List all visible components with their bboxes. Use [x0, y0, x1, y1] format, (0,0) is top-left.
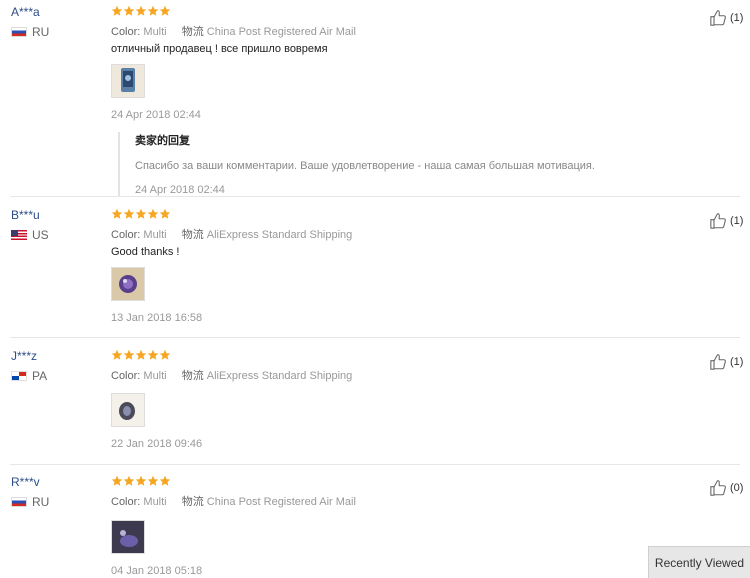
- reviewer-name[interactable]: B***u: [11, 208, 40, 222]
- country-code: RU: [32, 25, 50, 39]
- helpful-count: (1): [730, 356, 744, 368]
- color-label: Color:: [111, 370, 141, 382]
- star-icon: [147, 208, 159, 220]
- reviewer-country: US: [11, 228, 49, 242]
- order-info: Color: Multi 物流 AliExpress Standard Ship…: [111, 226, 352, 242]
- color-value: Multi: [143, 496, 167, 508]
- order-info: Color: Multi 物流 AliExpress Standard Ship…: [111, 367, 352, 383]
- reviewer-name[interactable]: A***a: [11, 5, 40, 19]
- review-item: J***z PA Color: Multi 物流 AliExpress Stan…: [0, 349, 750, 459]
- review-date: 24 Apr 2018 02:44: [111, 109, 201, 121]
- review-date: 22 Jan 2018 09:46: [111, 438, 203, 450]
- color-value: Multi: [143, 229, 167, 241]
- divider: [10, 337, 740, 338]
- star-icon: [111, 349, 123, 361]
- seller-reply-text: Спасибо за ваши комментарии. Ваше удовле…: [135, 160, 595, 172]
- star-icon: [135, 475, 147, 487]
- star-rating: [111, 208, 171, 220]
- russia-flag-icon: [11, 497, 27, 507]
- review-item: B***u US Color: Multi 物流 AliExpress Stan…: [0, 208, 750, 328]
- helpful-count: (1): [730, 12, 744, 24]
- logistics-label: 物流: [181, 370, 204, 382]
- thumbs-up-icon: [709, 212, 728, 230]
- review-photo[interactable]: [111, 64, 145, 98]
- color-label: Color:: [111, 229, 141, 241]
- helpful-count: (0): [730, 482, 744, 494]
- star-icon: [111, 475, 123, 487]
- country-code: US: [32, 228, 49, 242]
- logistics-label: 物流: [181, 26, 204, 38]
- star-icon: [147, 349, 159, 361]
- shipping-method: AliExpress Standard Shipping: [206, 229, 353, 241]
- star-icon: [159, 475, 171, 487]
- recently-viewed-button[interactable]: Recently Viewed: [648, 546, 750, 578]
- reviewer-country: PA: [11, 369, 47, 383]
- star-rating: [111, 349, 171, 361]
- review-photo[interactable]: [111, 393, 145, 427]
- star-icon: [147, 475, 159, 487]
- thumbs-up-icon: [709, 353, 728, 371]
- star-icon: [159, 5, 171, 17]
- reviewer-name[interactable]: R***v: [11, 475, 40, 489]
- logistics-label: 物流: [181, 496, 204, 508]
- star-icon: [123, 475, 135, 487]
- star-icon: [147, 5, 159, 17]
- helpful-button[interactable]: (1): [709, 353, 743, 371]
- star-rating: [111, 475, 171, 487]
- reviewer-country: RU: [11, 495, 49, 509]
- star-rating: [111, 5, 171, 17]
- helpful-count: (1): [730, 215, 744, 227]
- seller-reply: 卖家的回复 Спасибо за ваши комментарии. Ваше …: [118, 132, 695, 196]
- panama-flag-icon: [11, 371, 27, 381]
- review-date: 04 Jan 2018 05:18: [111, 565, 203, 577]
- country-code: RU: [32, 495, 50, 509]
- star-icon: [159, 208, 171, 220]
- seller-reply-date: 24 Apr 2018 02:44: [135, 184, 225, 196]
- review-photo[interactable]: [111, 267, 145, 301]
- country-code: PA: [32, 369, 48, 383]
- star-icon: [135, 5, 147, 17]
- helpful-button[interactable]: (0): [709, 479, 743, 497]
- shipping-method: AliExpress Standard Shipping: [206, 370, 353, 382]
- star-icon: [123, 349, 135, 361]
- review-item: A***a RU Color: Multi 物流 China Post Regi…: [0, 5, 750, 196]
- review-text: Good thanks !: [111, 246, 180, 258]
- thumbs-up-icon: [709, 9, 728, 27]
- color-label: Color:: [111, 26, 141, 38]
- russia-flag-icon: [11, 27, 27, 37]
- review-photo[interactable]: [111, 520, 145, 554]
- star-icon: [159, 349, 171, 361]
- order-info: Color: Multi 物流 China Post Registered Ai…: [111, 493, 356, 509]
- star-icon: [111, 5, 123, 17]
- star-icon: [135, 349, 147, 361]
- divider: [10, 196, 740, 197]
- review-date: 13 Jan 2018 16:58: [111, 312, 203, 324]
- star-icon: [135, 208, 147, 220]
- review-item: R***v RU Color: Multi 物流 China Post Regi…: [0, 475, 750, 578]
- color-value: Multi: [143, 26, 167, 38]
- photo-thumbnail-icon: [112, 65, 144, 97]
- helpful-button[interactable]: (1): [709, 212, 743, 230]
- reviewer-country: RU: [11, 25, 49, 39]
- usa-flag-icon: [11, 230, 27, 240]
- photo-thumbnail-icon: [112, 521, 144, 553]
- color-value: Multi: [143, 370, 167, 382]
- order-info: Color: Multi 物流 China Post Registered Ai…: [111, 23, 356, 39]
- helpful-button[interactable]: (1): [709, 9, 743, 27]
- star-icon: [123, 5, 135, 17]
- reviewer-name[interactable]: J***z: [11, 349, 37, 363]
- photo-thumbnail-icon: [112, 394, 144, 426]
- star-icon: [123, 208, 135, 220]
- shipping-method: China Post Registered Air Mail: [206, 496, 356, 508]
- logistics-label: 物流: [181, 229, 204, 241]
- divider: [10, 464, 740, 465]
- star-icon: [111, 208, 123, 220]
- color-label: Color:: [111, 496, 141, 508]
- photo-thumbnail-icon: [112, 268, 144, 300]
- review-text: отличный продавец ! все пришло вовремя: [111, 43, 328, 55]
- thumbs-up-icon: [709, 479, 728, 497]
- seller-reply-title: 卖家的回复: [135, 135, 190, 147]
- shipping-method: China Post Registered Air Mail: [206, 26, 356, 38]
